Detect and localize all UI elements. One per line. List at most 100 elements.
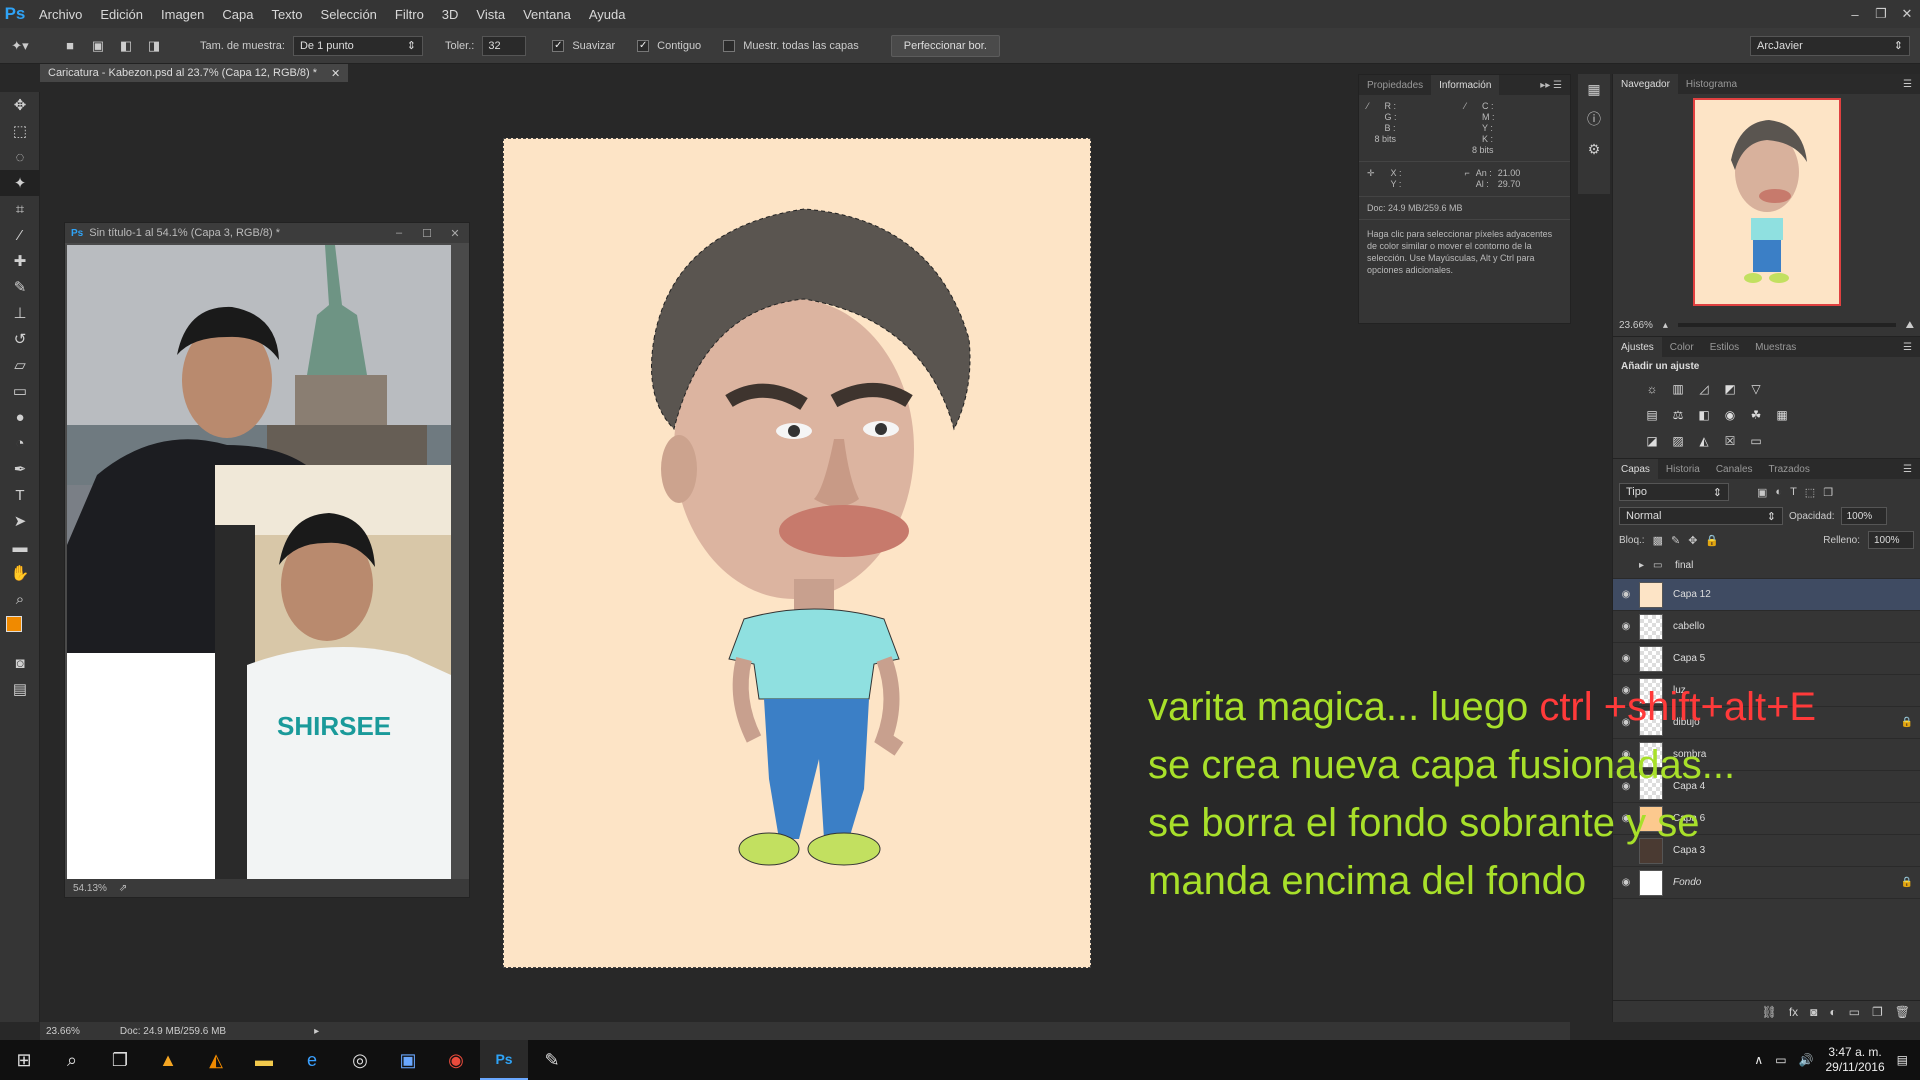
layer-row-final[interactable]: ▸ ▭ final: [1613, 553, 1920, 579]
sample-size-select[interactable]: De 1 punto ⇕: [292, 35, 423, 56]
dodge-tool-icon[interactable]: ◔: [0, 430, 40, 456]
gradient-map-icon[interactable]: ▭: [1747, 432, 1765, 450]
menu-texto[interactable]: Texto: [262, 7, 311, 22]
restore-icon[interactable]: ❐: [1868, 0, 1894, 28]
new-layer-icon[interactable]: ❐: [1872, 1005, 1883, 1019]
menu-3d[interactable]: 3D: [433, 7, 468, 22]
crop-tool-icon[interactable]: ⌗: [0, 196, 40, 222]
marquee-tool-icon[interactable]: ⬚: [0, 118, 40, 144]
share-icon[interactable]: ⇗: [119, 883, 127, 894]
menu-vista[interactable]: Vista: [467, 7, 514, 22]
vibrance-icon[interactable]: ▽: [1747, 380, 1765, 398]
all-layers-checkbox[interactable]: [723, 39, 736, 52]
layer-row-cabello[interactable]: ◉ cabello: [1613, 611, 1920, 643]
floating-window-titlebar[interactable]: Ps Sin título-1 al 54.1% (Capa 3, RGB/8)…: [65, 223, 469, 243]
task-view-icon[interactable]: ❐: [96, 1040, 144, 1080]
tab-historia[interactable]: Historia: [1658, 459, 1708, 479]
network-icon[interactable]: ▭: [1775, 1053, 1786, 1067]
workspace-select[interactable]: ArcJavier ⇕: [1750, 35, 1910, 56]
color-swatches[interactable]: [0, 612, 40, 650]
close-tab-icon[interactable]: ✕: [331, 67, 340, 80]
menu-ventana[interactable]: Ventana: [514, 7, 580, 22]
tab-informacion[interactable]: Información: [1431, 75, 1500, 95]
close-icon[interactable]: ✕: [1894, 0, 1920, 28]
photoshop-taskbar-icon[interactable]: Ps: [480, 1040, 528, 1080]
status-arrow-icon[interactable]: ▸: [314, 1026, 319, 1037]
fx-icon[interactable]: fx: [1789, 1005, 1798, 1019]
app-icon[interactable]: ▣: [384, 1040, 432, 1080]
intersect-selection-icon[interactable]: ◨: [144, 36, 164, 56]
channel-mixer-icon[interactable]: ☘: [1747, 406, 1765, 424]
photo-filter-icon[interactable]: ◉: [1721, 406, 1739, 424]
exposure-icon[interactable]: ◩: [1721, 380, 1739, 398]
brightness-icon[interactable]: ☼: [1643, 380, 1661, 398]
document-canvas[interactable]: [503, 138, 1091, 968]
menu-capa[interactable]: Capa: [213, 7, 262, 22]
layer-filter-select[interactable]: Tipo ⇕: [1619, 483, 1729, 501]
layer-row-capa-12[interactable]: ◉ Capa 12: [1613, 579, 1920, 611]
file-explorer-icon[interactable]: ▬: [240, 1040, 288, 1080]
tab-histograma[interactable]: Histograma: [1678, 74, 1745, 94]
subtract-selection-icon[interactable]: ◧: [116, 36, 136, 56]
color-balance-icon[interactable]: ⚖: [1669, 406, 1687, 424]
panel-menu-icon[interactable]: ☰: [1903, 79, 1920, 90]
close-icon[interactable]: ✕: [441, 227, 469, 240]
eraser-tool-icon[interactable]: ▱: [0, 352, 40, 378]
add-selection-icon[interactable]: ▣: [88, 36, 108, 56]
link-layers-icon[interactable]: ⛓: [1762, 1005, 1777, 1019]
smooth-checkbox[interactable]: ✓: [552, 39, 565, 52]
navigator-zoom-slider[interactable]: [1677, 323, 1896, 327]
adjustment-layer-icon[interactable]: ◐: [1829, 1005, 1836, 1019]
tab-color[interactable]: Color: [1662, 337, 1702, 357]
fill-input[interactable]: 100%: [1868, 531, 1914, 549]
tab-ajustes[interactable]: Ajustes: [1613, 337, 1662, 357]
windows-start-icon[interactable]: ⊞: [0, 1040, 48, 1080]
invert-icon[interactable]: ◪: [1643, 432, 1661, 450]
lock-transparent-icon[interactable]: ▩: [1653, 534, 1663, 547]
lasso-tool-icon[interactable]: ◌: [0, 144, 40, 170]
blur-tool-icon[interactable]: ●: [0, 404, 40, 430]
eye-icon[interactable]: ◉: [1613, 621, 1639, 632]
layer-row-capa-5[interactable]: ◉ Capa 5: [1613, 643, 1920, 675]
color-lookup-icon[interactable]: ▦: [1773, 406, 1791, 424]
properties-panel-icon[interactable]: ⚙: [1578, 134, 1610, 164]
document-tab[interactable]: Caricatura - Kabezon.psd al 23.7% (Capa …: [40, 64, 349, 82]
avast-icon[interactable]: ▲: [144, 1040, 192, 1080]
magic-wand-preset-icon[interactable]: ✦▾: [10, 36, 30, 56]
volume-icon[interactable]: 🔊: [1799, 1053, 1814, 1067]
stamp-tool-icon[interactable]: ⊥: [0, 300, 40, 326]
filter-smart-icon[interactable]: ❐: [1823, 486, 1833, 499]
trash-icon[interactable]: 🗑: [1895, 1005, 1910, 1019]
blend-mode-select[interactable]: Normal ⇕: [1619, 507, 1783, 525]
posterize-icon[interactable]: ▨: [1669, 432, 1687, 450]
gradient-tool-icon[interactable]: ▭: [0, 378, 40, 404]
tab-navegador[interactable]: Navegador: [1613, 74, 1678, 94]
eyedropper-tool-icon[interactable]: ⁄: [0, 222, 40, 248]
tab-capas[interactable]: Capas: [1613, 459, 1658, 479]
type-tool-icon[interactable]: T: [0, 482, 40, 508]
menu-imagen[interactable]: Imagen: [152, 7, 213, 22]
filter-pixel-icon[interactable]: ▣: [1757, 486, 1767, 499]
tolerance-input[interactable]: 32: [482, 35, 527, 56]
eye-icon[interactable]: ◉: [1613, 653, 1639, 664]
black-white-icon[interactable]: ◧: [1695, 406, 1713, 424]
tab-muestras[interactable]: Muestras: [1747, 337, 1804, 357]
minimize-icon[interactable]: –: [385, 227, 413, 240]
photo-canvas[interactable]: SHIRSEE: [67, 245, 451, 879]
healing-tool-icon[interactable]: ✚: [0, 248, 40, 274]
info-panel-icon[interactable]: ⓘ: [1578, 104, 1610, 134]
tab-propiedades[interactable]: Propiedades: [1359, 75, 1431, 95]
curves-icon[interactable]: ◿: [1695, 380, 1713, 398]
filter-type-icon[interactable]: T: [1790, 486, 1797, 498]
histogram-panel-icon[interactable]: ▦: [1578, 74, 1610, 104]
magic-wand-tool-icon[interactable]: ✦: [0, 170, 40, 196]
group-expand-icon[interactable]: ▸: [1639, 560, 1653, 571]
tab-estilos[interactable]: Estilos: [1702, 337, 1747, 357]
pen-tool-icon[interactable]: ✒: [0, 456, 40, 482]
filter-shape-icon[interactable]: ⬚: [1805, 486, 1815, 499]
brush-tool-icon[interactable]: ✎: [0, 274, 40, 300]
selective-color-icon[interactable]: ☒: [1721, 432, 1739, 450]
eye-icon[interactable]: ◉: [1613, 589, 1639, 600]
shape-tool-icon[interactable]: ▬: [0, 534, 40, 560]
threshold-icon[interactable]: ◭: [1695, 432, 1713, 450]
